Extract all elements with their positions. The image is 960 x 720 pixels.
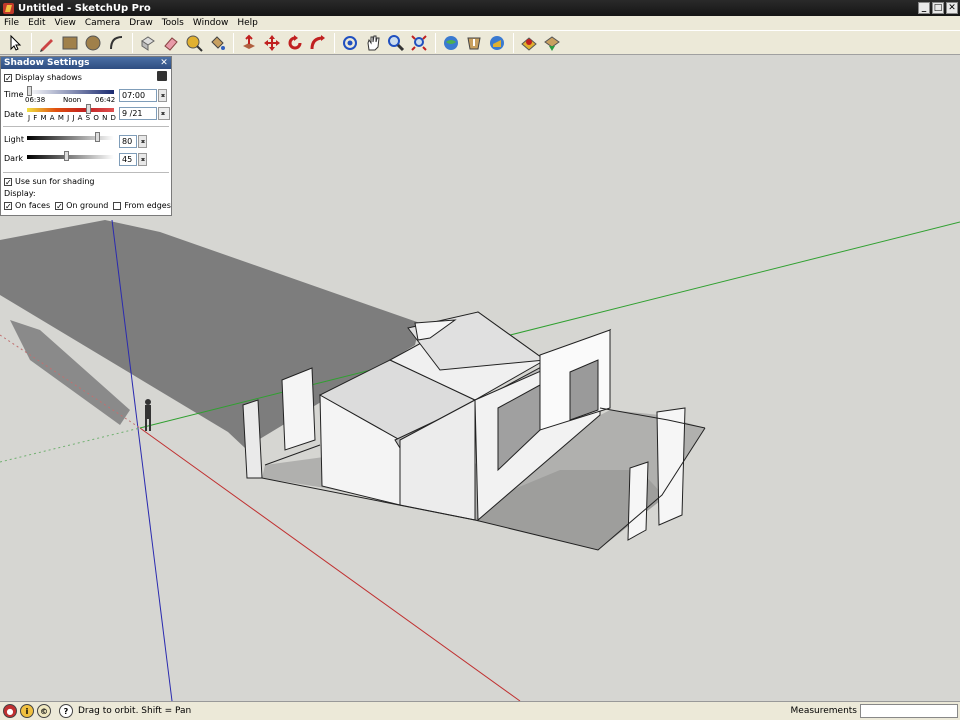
- maximize-button[interactable]: □: [932, 2, 944, 14]
- window-controls: _ □ ✕: [918, 2, 958, 14]
- push-pull-icon[interactable]: [238, 32, 260, 54]
- menu-window[interactable]: Window: [193, 18, 229, 28]
- date-dropdown-chevron-down-icon[interactable]: [158, 107, 170, 120]
- time-field[interactable]: 07:00: [119, 89, 157, 102]
- light-slider-thumb[interactable]: [95, 132, 100, 142]
- menu-view[interactable]: View: [55, 18, 76, 28]
- status-bar: ● i © ? Drag to orbit. Shift = Pan Measu…: [0, 701, 960, 720]
- shadow-settings-titlebar: Shadow Settings ✕: [1, 57, 171, 69]
- menu-bar: File Edit View Camera Draw Tools Window …: [0, 16, 960, 30]
- credits-icon[interactable]: i: [20, 704, 34, 718]
- rotate-icon[interactable]: [284, 32, 306, 54]
- time-noon-label: Noon: [63, 96, 82, 104]
- display-label: Display:: [4, 189, 36, 198]
- help-icon[interactable]: ?: [59, 704, 73, 718]
- from-edges-checkbox[interactable]: [113, 201, 122, 210]
- from-edges-label: From edges: [124, 201, 171, 210]
- zoom-icon[interactable]: [385, 32, 407, 54]
- menu-file[interactable]: File: [4, 18, 19, 28]
- pan-icon[interactable]: [362, 32, 384, 54]
- window-title: Untitled - SketchUp Pro: [18, 2, 151, 14]
- shadow-settings-panel: Shadow Settings ✕ ✓ Display shadows Time…: [0, 56, 172, 216]
- close-button[interactable]: ✕: [946, 2, 958, 14]
- dark-slider[interactable]: [27, 155, 114, 159]
- green-axis-dotted: [0, 427, 141, 463]
- status-hint: Drag to orbit. Shift = Pan: [78, 706, 192, 716]
- sketchup-logo-icon: [3, 2, 14, 14]
- add-location-icon[interactable]: [541, 32, 563, 54]
- geo-location-icon[interactable]: ●: [3, 704, 17, 718]
- shadow-settings-title: Shadow Settings: [4, 58, 90, 68]
- get-models-icon[interactable]: [440, 32, 462, 54]
- move-icon[interactable]: [261, 32, 283, 54]
- make-component-icon[interactable]: [137, 32, 159, 54]
- share-model-icon[interactable]: [463, 32, 485, 54]
- display-shadows-row: ✓ Display shadows: [4, 73, 82, 82]
- use-sun-label: Use sun for shading: [15, 177, 95, 186]
- date-months-scale: J F M A M J J A S O N D: [28, 114, 117, 122]
- menu-edit[interactable]: Edit: [28, 18, 45, 28]
- date-label: Date: [4, 110, 24, 119]
- orbit-icon[interactable]: [339, 32, 361, 54]
- main-toolbar: [0, 30, 960, 55]
- time-end-label: 06:42: [95, 96, 116, 104]
- use-sun-row: ✓ Use sun for shading: [4, 177, 94, 186]
- light-spinner[interactable]: [138, 135, 147, 148]
- time-label: Time: [4, 90, 24, 99]
- divider: [3, 126, 169, 127]
- dark-spinner[interactable]: [138, 153, 147, 166]
- display-options-row: ✓ On faces ✓ On ground From edges: [4, 201, 171, 210]
- place-model-icon[interactable]: [486, 32, 508, 54]
- display-shadows-label: Display shadows: [15, 73, 82, 82]
- eraser-icon[interactable]: [160, 32, 182, 54]
- measurements-field[interactable]: [860, 704, 958, 718]
- dark-slider-thumb[interactable]: [64, 151, 69, 161]
- expand-toggle-icon[interactable]: [157, 71, 167, 81]
- minimize-button[interactable]: _: [918, 2, 930, 14]
- use-sun-checkbox[interactable]: ✓: [4, 177, 12, 186]
- on-faces-checkbox[interactable]: ✓: [4, 201, 12, 210]
- light-slider[interactable]: [27, 136, 114, 140]
- light-label: Light: [4, 135, 24, 144]
- date-field[interactable]: 9 /21: [119, 107, 157, 120]
- paint-bucket-icon[interactable]: [206, 32, 228, 54]
- date-slider[interactable]: [27, 108, 114, 112]
- time-start-label: 06:38: [25, 96, 46, 104]
- menu-camera[interactable]: Camera: [85, 18, 120, 28]
- tape-measure-icon[interactable]: [183, 32, 205, 54]
- dark-label: Dark: [4, 154, 23, 163]
- light-field[interactable]: 80: [119, 135, 137, 148]
- circle-icon[interactable]: [82, 32, 104, 54]
- measurements-label: Measurements: [790, 706, 857, 716]
- pencil-line-icon[interactable]: [36, 32, 58, 54]
- follow-me-icon[interactable]: [307, 32, 329, 54]
- copyright-icon[interactable]: ©: [37, 704, 51, 718]
- rectangle-icon[interactable]: [59, 32, 81, 54]
- title-bar: Untitled - SketchUp Pro _ □ ✕: [0, 0, 960, 16]
- time-spinner[interactable]: [158, 89, 167, 102]
- menu-tools[interactable]: Tools: [162, 18, 184, 28]
- close-icon[interactable]: ✕: [159, 58, 169, 68]
- google-earth-icon[interactable]: [518, 32, 540, 54]
- time-slider[interactable]: [27, 90, 114, 94]
- on-ground-checkbox[interactable]: ✓: [55, 201, 64, 210]
- arc-icon[interactable]: [105, 32, 127, 54]
- display-shadows-checkbox[interactable]: ✓: [4, 73, 12, 82]
- time-slider-thumb[interactable]: [27, 86, 32, 96]
- on-faces-label: On faces: [15, 201, 51, 210]
- divider: [3, 172, 169, 173]
- date-slider-thumb[interactable]: [86, 104, 91, 114]
- dark-field[interactable]: 45: [119, 153, 137, 166]
- zoom-extents-icon[interactable]: [408, 32, 430, 54]
- menu-help[interactable]: Help: [237, 18, 258, 28]
- select-tool-icon[interactable]: [4, 32, 26, 54]
- menu-draw[interactable]: Draw: [129, 18, 153, 28]
- on-ground-label: On ground: [66, 201, 109, 210]
